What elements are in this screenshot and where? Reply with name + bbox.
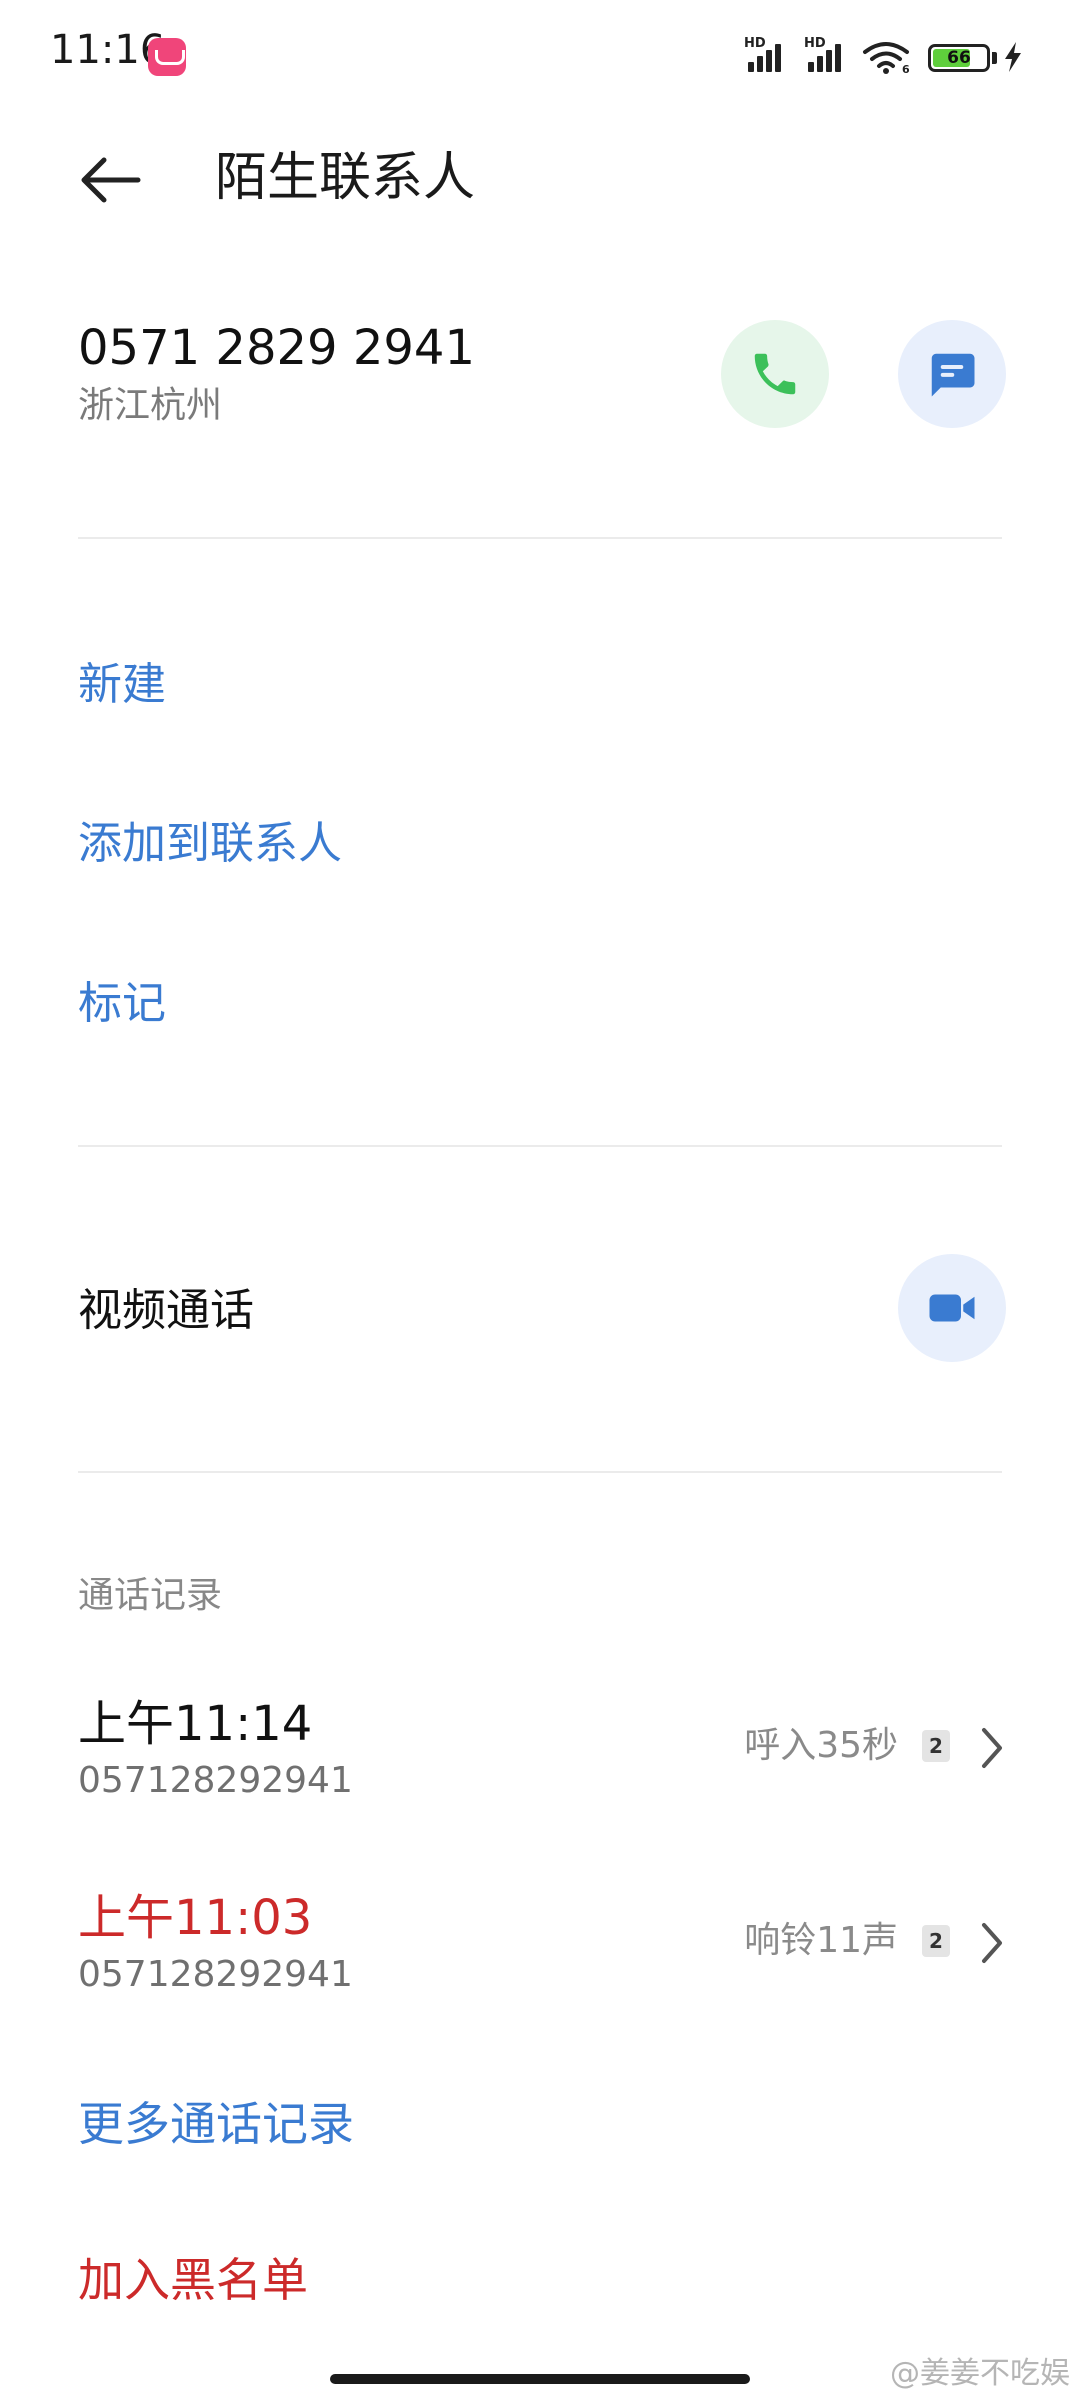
call-number: 057128292941 bbox=[78, 1760, 353, 1801]
number-location: 浙江杭州 bbox=[78, 385, 223, 426]
app-notification-icon bbox=[148, 38, 186, 76]
video-call-label: 视频通话 bbox=[78, 1285, 254, 1336]
call-status: 呼入35秒 bbox=[744, 1725, 898, 1766]
message-button[interactable] bbox=[898, 320, 1006, 428]
more-call-records-link[interactable]: 更多通话记录 bbox=[78, 2094, 354, 2154]
divider bbox=[78, 1145, 1002, 1147]
missed-call-time: 上午11:03 bbox=[78, 1890, 313, 1946]
call-log-heading: 通话记录 bbox=[78, 1575, 223, 1616]
charging-icon bbox=[1005, 42, 1021, 72]
call-button[interactable] bbox=[721, 320, 829, 428]
cellular-signal-1-icon: HD bbox=[744, 36, 784, 72]
call-number: 057128292941 bbox=[78, 1954, 353, 1995]
divider bbox=[78, 537, 1002, 539]
phone-icon bbox=[754, 353, 796, 395]
call-time: 上午11:14 bbox=[78, 1696, 313, 1752]
watermark: @姜姜不吃娱 bbox=[890, 2356, 1070, 2391]
message-icon bbox=[931, 353, 975, 397]
add-to-blacklist-button[interactable]: 加入黑名单 bbox=[78, 2250, 308, 2310]
sim-card-badge: 2 bbox=[922, 1730, 950, 1762]
cellular-signal-2-icon: HD bbox=[804, 36, 844, 72]
wifi-icon: 6 bbox=[863, 42, 910, 74]
add-to-contacts-link[interactable]: 添加到联系人 bbox=[78, 815, 342, 873]
divider bbox=[78, 1471, 1002, 1473]
mark-number-link[interactable]: 标记 bbox=[78, 975, 166, 1033]
wifi-standard-label: 6 bbox=[902, 63, 910, 74]
phone-number: 0571 2829 2941 bbox=[78, 320, 475, 376]
home-indicator[interactable] bbox=[330, 2374, 750, 2384]
network-type-label: HD bbox=[744, 36, 766, 51]
new-contact-link[interactable]: 新建 bbox=[78, 656, 166, 714]
back-arrow-icon[interactable] bbox=[78, 148, 142, 212]
call-status: 响铃11声 bbox=[744, 1920, 898, 1961]
video-call-button[interactable] bbox=[898, 1254, 1006, 1362]
network-type-label: HD bbox=[804, 36, 826, 51]
video-camera-icon bbox=[929, 1294, 975, 1322]
sim-card-badge: 2 bbox=[922, 1925, 950, 1957]
battery-level: 66 bbox=[947, 48, 971, 68]
page-title: 陌生联系人 bbox=[215, 148, 476, 208]
chevron-right-icon[interactable] bbox=[978, 1726, 1006, 1770]
chevron-right-icon[interactable] bbox=[978, 1921, 1006, 1965]
battery-icon: 66 bbox=[928, 44, 990, 72]
battery-tip bbox=[992, 52, 997, 64]
